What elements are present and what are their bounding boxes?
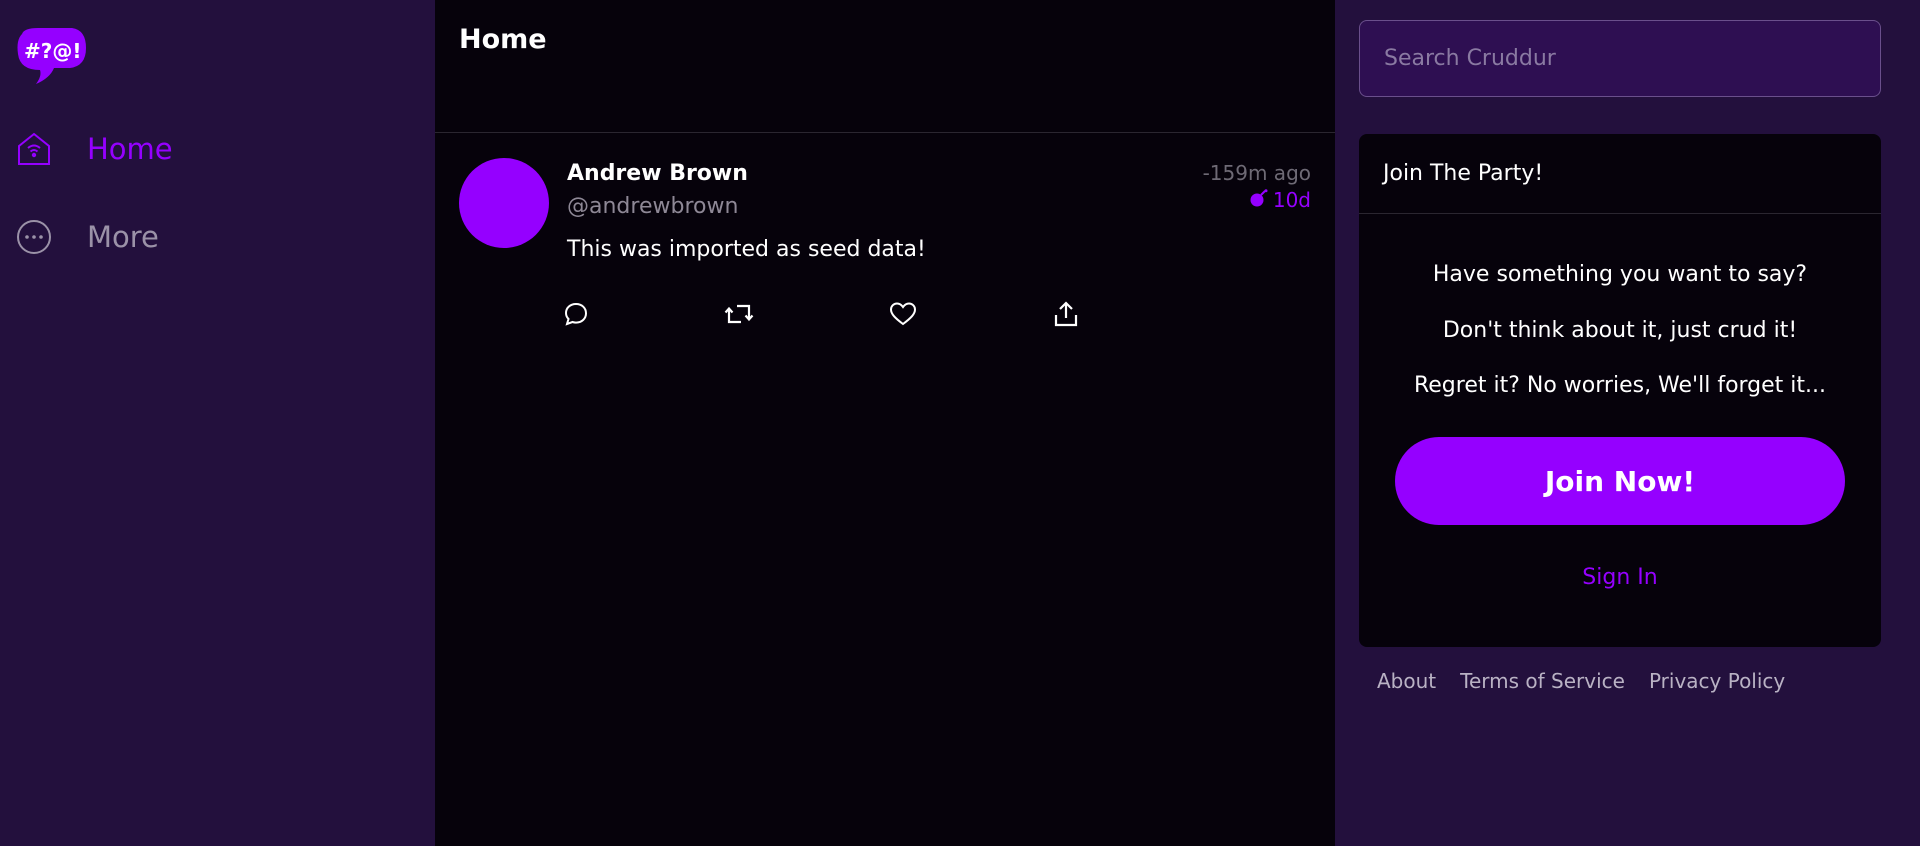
repost-icon xyxy=(725,304,754,324)
join-card: Join The Party! Have something you want … xyxy=(1359,134,1881,647)
feed-header: Home xyxy=(435,0,1335,133)
post-handle[interactable]: @andrewbrown xyxy=(567,194,738,219)
post-item[interactable]: Andrew Brown @andrewbrown -159m ago 10d … xyxy=(435,133,1335,343)
bomb-icon xyxy=(1249,188,1269,212)
main-feed: Home Andrew Brown @andrewbrown -159m ago… xyxy=(435,0,1335,846)
sidebar-item-label: Home xyxy=(87,132,173,166)
more-icon xyxy=(14,217,54,257)
avatar[interactable] xyxy=(459,158,549,248)
like-button[interactable] xyxy=(888,299,918,329)
app: #?@! Home More Home Andrew Brown @andrew… xyxy=(0,0,1920,846)
post-message: This was imported as seed data! xyxy=(567,237,926,262)
sidebar-item-home[interactable]: Home xyxy=(14,129,173,169)
post-actions xyxy=(561,299,1081,329)
footer-link-privacy[interactable]: Privacy Policy xyxy=(1649,669,1785,693)
sidebar-item-label: More xyxy=(87,220,159,254)
right-panel: Join The Party! Have something you want … xyxy=(1335,0,1920,846)
footer-link-terms[interactable]: Terms of Service xyxy=(1460,669,1625,693)
reply-button[interactable] xyxy=(561,299,591,329)
join-card-line: Regret it? No worries, We'll forget it..… xyxy=(1413,373,1827,398)
join-card-line: Have something you want to say? xyxy=(1432,262,1808,287)
cruddur-logo[interactable]: #?@! xyxy=(14,26,88,88)
page-title: Home xyxy=(459,24,547,55)
logo-text: #?@! xyxy=(24,39,81,63)
share-icon xyxy=(1054,301,1078,327)
reply-icon xyxy=(564,302,588,326)
footer-link-about[interactable]: About xyxy=(1377,669,1436,693)
post-expires-label: 10d xyxy=(1272,188,1311,212)
heart-icon xyxy=(889,302,916,326)
sidebar-item-more[interactable]: More xyxy=(14,217,159,257)
home-icon xyxy=(14,129,54,169)
left-sidebar: #?@! Home More xyxy=(0,0,435,846)
join-now-button[interactable]: Join Now! xyxy=(1395,437,1845,525)
post-expires: 10d xyxy=(1249,188,1311,212)
search-input[interactable] xyxy=(1359,20,1881,97)
join-card-line: Don't think about it, just crud it! xyxy=(1442,318,1798,343)
repost-button[interactable] xyxy=(724,299,754,329)
footer-links: About Terms of Service Privacy Policy xyxy=(1377,669,1785,693)
post-display-name[interactable]: Andrew Brown xyxy=(567,161,748,186)
join-card-title: Join The Party! xyxy=(1359,134,1881,214)
share-button[interactable] xyxy=(1051,299,1081,329)
post-timestamp: -159m ago xyxy=(1202,161,1311,185)
sign-in-link[interactable]: Sign In xyxy=(1359,565,1881,590)
